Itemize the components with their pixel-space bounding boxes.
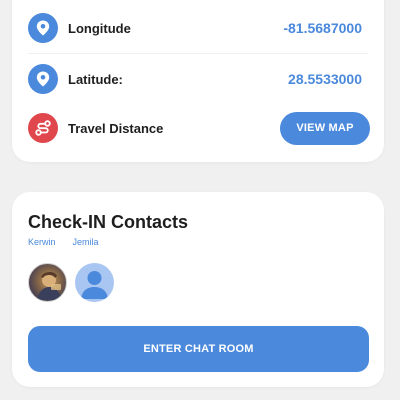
avatar[interactable] [28, 263, 67, 302]
travel-distance-row: Travel Distance VIEW MAP [28, 111, 370, 145]
longitude-label: Longitude [68, 20, 131, 36]
contact-name[interactable]: Kerwin [28, 237, 56, 247]
divider [28, 53, 368, 54]
latitude-value: 28.5533000 [288, 71, 362, 87]
route-icon [28, 113, 58, 143]
map-pin-icon [28, 64, 58, 94]
view-map-button[interactable]: VIEW MAP [280, 111, 370, 145]
contacts-title: Check-IN Contacts [28, 212, 189, 232]
map-pin-icon [28, 13, 58, 43]
longitude-value: -81.5687000 [283, 20, 362, 36]
location-card: Longitude -81.5687000 Latitude: 28.55330… [12, 0, 384, 162]
avatar[interactable] [75, 263, 114, 302]
contact-avatars [28, 263, 114, 302]
latitude-row: Latitude: 28.5533000 [28, 62, 368, 96]
longitude-row: Longitude -81.5687000 [28, 11, 368, 45]
contacts-card: Check-IN Contacts Kerwin Jemila ENTER CH… [12, 192, 384, 387]
contact-names: Kerwin Jemila [28, 237, 99, 247]
contact-name[interactable]: Jemila [73, 237, 99, 247]
latitude-label: Latitude: [68, 71, 123, 87]
enter-chat-room-button[interactable]: ENTER CHAT ROOM [28, 326, 369, 372]
travel-distance-label: Travel Distance [68, 120, 164, 136]
